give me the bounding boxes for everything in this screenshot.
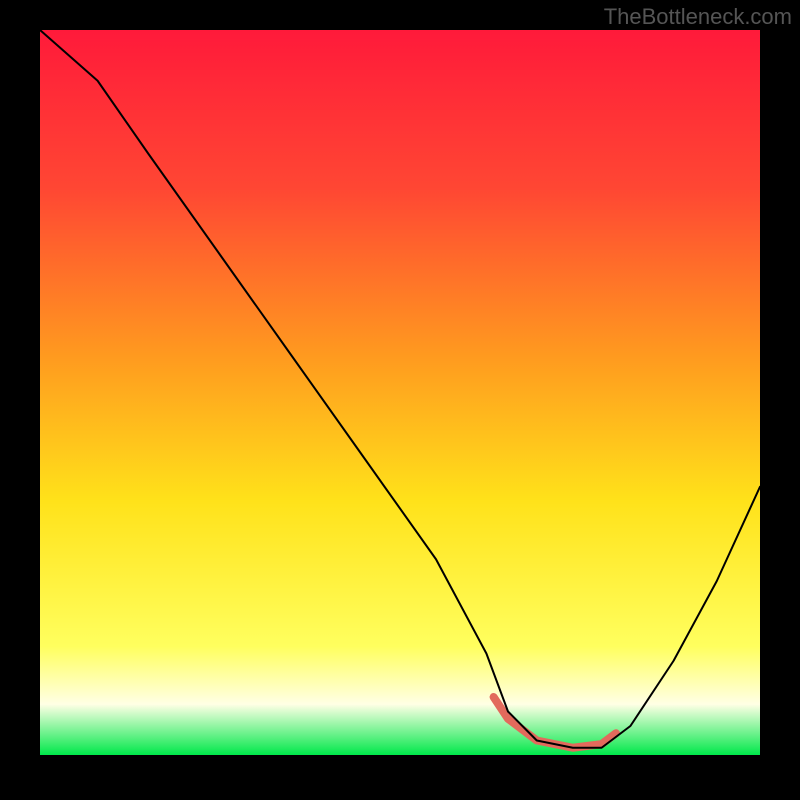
- chart-container: TheBottleneck.com: [0, 0, 800, 800]
- chart-svg: [0, 0, 800, 800]
- gradient-background: [40, 30, 760, 755]
- watermark-text: TheBottleneck.com: [604, 4, 792, 30]
